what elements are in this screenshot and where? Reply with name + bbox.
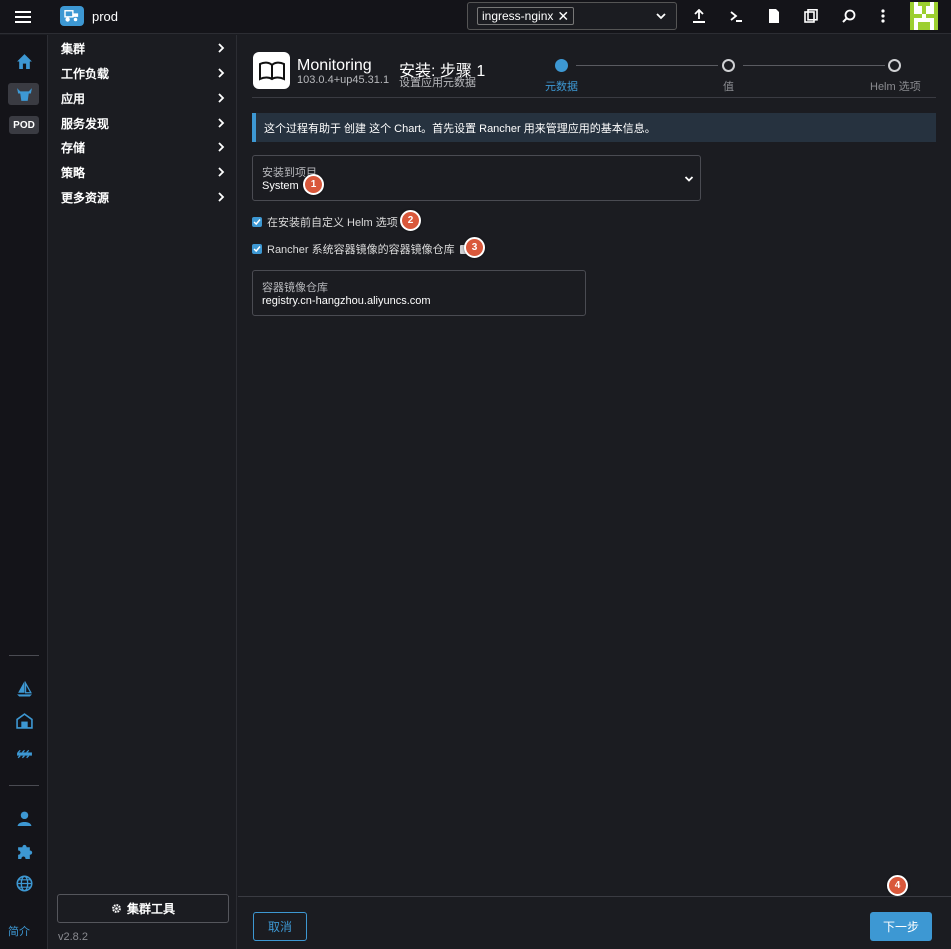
step-label-helm-options[interactable]: Helm 选项 [870,78,921,94]
customize-helm-label: 在安装前自定义 Helm 选项 [267,217,398,229]
gear-icon [112,904,121,913]
customize-helm-checkbox-row[interactable]: 在安装前自定义 Helm 选项 [252,214,398,230]
header-divider [252,97,936,98]
user-avatar[interactable] [910,2,938,30]
nav-item-label: 集群 [61,41,86,56]
file-icon[interactable] [766,8,782,24]
footer-divider [238,896,951,897]
step-connector [576,65,718,66]
step-marker-3: 3 [464,237,485,258]
more-vertical-icon[interactable] [875,8,891,24]
nav-item-label: 应用 [61,91,86,106]
chevron-right-icon [218,43,225,53]
chevron-right-icon [218,93,225,103]
rail-divider [9,655,39,656]
step-marker-1: 1 [303,174,324,195]
namespace-chip: ingress-nginx ✕ [477,7,575,25]
globe-icon[interactable] [12,872,36,894]
info-banner: 这个过程有助于 创建 这个 Chart。首先设置 Rancher 用来管理应用的… [252,113,936,142]
search-icon[interactable] [841,8,857,24]
step-dot-metadata[interactable] [555,59,568,72]
shell-icon[interactable] [728,8,744,24]
cluster-tools-label: 集群工具 [126,902,175,916]
nav-item-label: 服务发现 [61,116,110,131]
registry-input[interactable]: 容器镜像仓库 registry.cn-hangzhou.aliyuncs.com [252,270,586,316]
registry-input-value[interactable]: registry.cn-hangzhou.aliyuncs.com [262,295,431,307]
cluster-name: prod [92,9,119,24]
tractor-icon[interactable] [12,742,36,764]
cluster-tools-button[interactable]: 集群工具 [57,894,229,923]
chevron-down-icon [684,176,694,182]
check-icon [253,219,261,226]
nav-item-policy[interactable]: 策略 [49,160,235,184]
registry-input-label: 容器镜像仓库 [262,282,328,294]
registry-checkbox-label: Rancher 系统容器镜像的容器镜像仓库 [267,244,455,256]
step-dot-values[interactable] [722,59,735,72]
copy-icon[interactable] [803,8,819,24]
menu-icon[interactable] [8,6,38,28]
fleet-sail-icon[interactable] [12,677,36,699]
user-icon[interactable] [12,807,36,829]
app-title: Monitoring [297,57,372,74]
cluster-icon [60,6,84,26]
extensions-icon[interactable] [12,840,36,862]
nav-item-more-resources[interactable]: 更多资源 [49,185,235,209]
step-label-metadata[interactable]: 元数据 [545,78,578,94]
nav-item-service-discovery[interactable]: 服务发现 [49,111,235,135]
cattle-icon[interactable] [12,83,36,105]
namespace-chip-label: ingress-nginx [482,9,554,23]
registry-checkbox[interactable] [252,244,262,254]
step-connector [743,65,885,66]
left-rail: POD 简介 [0,35,48,949]
version-label: v2.8.2 [58,931,88,943]
home-icon[interactable] [12,50,36,72]
nav-item-storage[interactable]: 存储 [49,135,235,159]
pod-badge[interactable]: POD [9,116,39,134]
app-version: 103.0.4+up45.31.1 [297,74,390,86]
step-marker-4: 4 [887,875,908,896]
step-dot-helm-options[interactable] [888,59,901,72]
step-subtitle: 设置应用元数据 [399,77,476,89]
nav-item-label: 更多资源 [61,190,110,205]
project-select-value: System [262,180,299,192]
registry-checkbox-row[interactable]: Rancher 系统容器镜像的容器镜像仓库 [252,241,469,257]
nav-item-workloads[interactable]: 工作负载 [49,61,235,85]
step-label-values[interactable]: 值 [723,78,734,94]
chevron-right-icon [218,167,225,177]
customize-helm-checkbox[interactable] [252,217,262,227]
step-marker-2: 2 [400,210,421,231]
chevron-right-icon [218,142,225,152]
warehouse-icon[interactable] [12,709,36,731]
nav-item-cluster[interactable]: 集群 [49,36,235,60]
check-icon [253,246,261,253]
next-button[interactable]: 下一步 [870,912,932,941]
chevron-right-icon [218,192,225,202]
book-icon [253,52,290,89]
nav-item-label: 存储 [61,140,86,155]
side-nav: 集群 工作负载 应用 服务发现 存储 策略 更多资源 集群工具 v2.8.2 [49,35,237,949]
about-link[interactable]: 简介 [8,923,30,939]
rail-divider [9,785,39,786]
upload-icon[interactable] [691,8,707,24]
chevron-right-icon [218,68,225,78]
namespace-select[interactable]: ingress-nginx ✕ [467,2,677,30]
chevron-right-icon [218,118,225,128]
main-content: Monitoring 103.0.4+up45.31.1 安装: 步骤 1 设置… [238,35,951,949]
nav-item-label: 策略 [61,165,86,180]
nav-item-apps[interactable]: 应用 [49,86,235,110]
cancel-button[interactable]: 取消 [253,912,307,941]
chevron-down-icon [656,13,666,20]
top-bar: prod ingress-nginx ✕ [0,0,951,34]
close-icon[interactable]: ✕ [557,8,569,25]
nav-item-label: 工作负载 [61,66,110,81]
